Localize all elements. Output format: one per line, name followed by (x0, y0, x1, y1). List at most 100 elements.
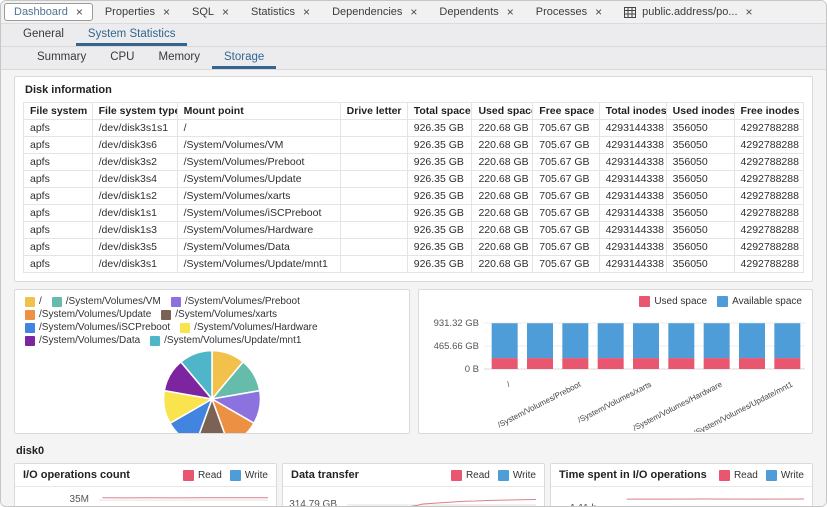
tab-dependents[interactable]: Dependents× (429, 3, 523, 21)
nav-tab-system-statistics[interactable]: System Statistics (76, 24, 188, 46)
table-cell: apfs (24, 205, 93, 222)
sub-tab-summary[interactable]: Summary (25, 47, 98, 69)
navtab-label: Memory (158, 51, 200, 63)
legend-label: Read (466, 470, 490, 481)
tab-properties[interactable]: Properties× (95, 3, 180, 21)
table-row[interactable]: apfs/dev/disk3s2/System/Volumes/Preboot9… (24, 154, 804, 171)
tab-statistics[interactable]: Statistics× (241, 3, 320, 21)
bar-available-2[interactable] (562, 323, 588, 358)
bar-available-7[interactable] (739, 323, 765, 358)
table-cell: apfs (24, 256, 93, 273)
close-tab-icon[interactable]: × (595, 7, 602, 17)
table-row[interactable]: apfs/dev/disk1s3/System/Volumes/Hardware… (24, 222, 804, 239)
legend-color-swatch (25, 323, 35, 333)
table-row[interactable]: apfs/dev/disk1s2/System/Volumes/xarts926… (24, 188, 804, 205)
table-cell: 4293144338 (599, 154, 666, 171)
close-tab-icon[interactable]: × (76, 7, 83, 17)
legend-label: Write (245, 470, 268, 481)
legend-color-swatch (150, 336, 160, 346)
legend-color-swatch (25, 297, 35, 307)
tab-dependencies[interactable]: Dependencies × (322, 3, 427, 21)
legend-label: Available space (732, 296, 802, 307)
legend-item: Write (766, 470, 804, 481)
table-cell: 4293144338 (599, 222, 666, 239)
bar-used-6[interactable] (703, 358, 729, 369)
column-header: File system type (92, 103, 177, 120)
bar-used-8[interactable] (774, 358, 800, 369)
column-header: File system (24, 103, 93, 120)
table-cell: 220.68 GB (472, 256, 533, 273)
bar-available-0[interactable] (491, 323, 517, 358)
mini-panel-title: I/O operations count (23, 469, 130, 481)
sub-tab-cpu[interactable]: CPU (98, 47, 146, 69)
table-row[interactable]: apfs/dev/disk3s1s1/926.35 GB220.68 GB705… (24, 120, 804, 137)
legend-item: /System/Volumes/xarts (161, 309, 277, 320)
table-cell: apfs (24, 239, 93, 256)
table-cell: apfs (24, 222, 93, 239)
tab-label: SQL (192, 6, 214, 18)
bar-available-6[interactable] (703, 323, 729, 358)
legend-color-swatch (25, 336, 35, 346)
bar-available-8[interactable] (774, 323, 800, 358)
legend-color-swatch (180, 323, 190, 333)
table-cell: 356050 (666, 188, 734, 205)
table-cell: /System/Volumes/Update (177, 171, 340, 188)
close-tab-icon[interactable]: × (507, 7, 514, 17)
pie-chart-panel: //System/Volumes/VM/System/Volumes/Prebo… (14, 289, 410, 434)
bar-used-2[interactable] (562, 358, 588, 369)
bar-x-tick: / (505, 379, 512, 388)
storage-content: Disk information File systemFile system … (1, 70, 826, 506)
close-tab-icon[interactable]: × (746, 7, 753, 17)
bar-available-4[interactable] (633, 323, 659, 358)
table-cell: 4292788288 (734, 137, 803, 154)
table-cell: 705.67 GB (533, 120, 599, 137)
tab-dashboard[interactable]: Dashboard× (4, 3, 93, 21)
table-cell: 356050 (666, 171, 734, 188)
bar-available-5[interactable] (668, 323, 694, 358)
sub-tab-memory[interactable]: Memory (146, 47, 212, 69)
mini-panel-header: Data transferReadWrite (283, 464, 544, 487)
tab-processes[interactable]: Processes× (526, 3, 612, 21)
legend-color-swatch (498, 470, 509, 481)
close-tab-icon[interactable]: × (410, 7, 417, 17)
pie-chart-wrap (15, 348, 409, 434)
table-cell: apfs (24, 120, 93, 137)
tab-label: Dependencies (332, 6, 402, 18)
bar-available-3[interactable] (597, 323, 623, 358)
table-cell: 4292788288 (734, 222, 803, 239)
bar-used-5[interactable] (668, 358, 694, 369)
used-available-bar-chart: 931.32 GB465.66 GB0 B//System/Volumes/Pr… (425, 312, 810, 432)
table-cell: 705.67 GB (533, 205, 599, 222)
bar-used-3[interactable] (597, 358, 623, 369)
legend-color-swatch (52, 297, 62, 307)
table-row[interactable]: apfs/dev/disk1s1/System/Volumes/iSCPrebo… (24, 205, 804, 222)
table-cell: 4292788288 (734, 188, 803, 205)
close-tab-icon[interactable]: × (163, 7, 170, 17)
legend-label: /System/Volumes/Preboot (185, 296, 300, 307)
pie-chart-legend: //System/Volumes/VM/System/Volumes/Prebo… (15, 290, 409, 346)
nav-tab-general[interactable]: General (11, 24, 76, 46)
main-tab-bar: Dashboard×Properties×SQL×Statistics×Depe… (1, 1, 826, 24)
close-tab-icon[interactable]: × (222, 7, 229, 17)
table-row[interactable]: apfs/dev/disk3s6/System/Volumes/VM926.35… (24, 137, 804, 154)
bar-available-1[interactable] (527, 323, 553, 358)
close-tab-icon[interactable]: × (303, 7, 310, 17)
bar-used-4[interactable] (633, 358, 659, 369)
bar-used-0[interactable] (491, 358, 517, 369)
table-row[interactable]: apfs/dev/disk3s1/System/Volumes/Update/m… (24, 256, 804, 273)
bar-used-1[interactable] (527, 358, 553, 369)
table-cell: 220.68 GB (472, 171, 533, 188)
column-header: Used space (472, 103, 533, 120)
table-cell: 356050 (666, 137, 734, 154)
table-cell: /System/Volumes/VM (177, 137, 340, 154)
bar-used-7[interactable] (739, 358, 765, 369)
table-row[interactable]: apfs/dev/disk3s5/System/Volumes/Data926.… (24, 239, 804, 256)
table-row[interactable]: apfs/dev/disk3s4/System/Volumes/Update92… (24, 171, 804, 188)
tab-sql[interactable]: SQL × (182, 3, 239, 21)
storage-charts-row: //System/Volumes/VM/System/Volumes/Prebo… (14, 289, 813, 434)
dashboard-nav-tabs: GeneralSystem Statistics (1, 24, 826, 47)
tab-public-address-po-[interactable]: public.address/po...× (614, 3, 762, 21)
table-cell: /dev/disk3s4 (92, 171, 177, 188)
legend-item: Available space (717, 296, 802, 307)
sub-tab-storage[interactable]: Storage (212, 47, 276, 69)
